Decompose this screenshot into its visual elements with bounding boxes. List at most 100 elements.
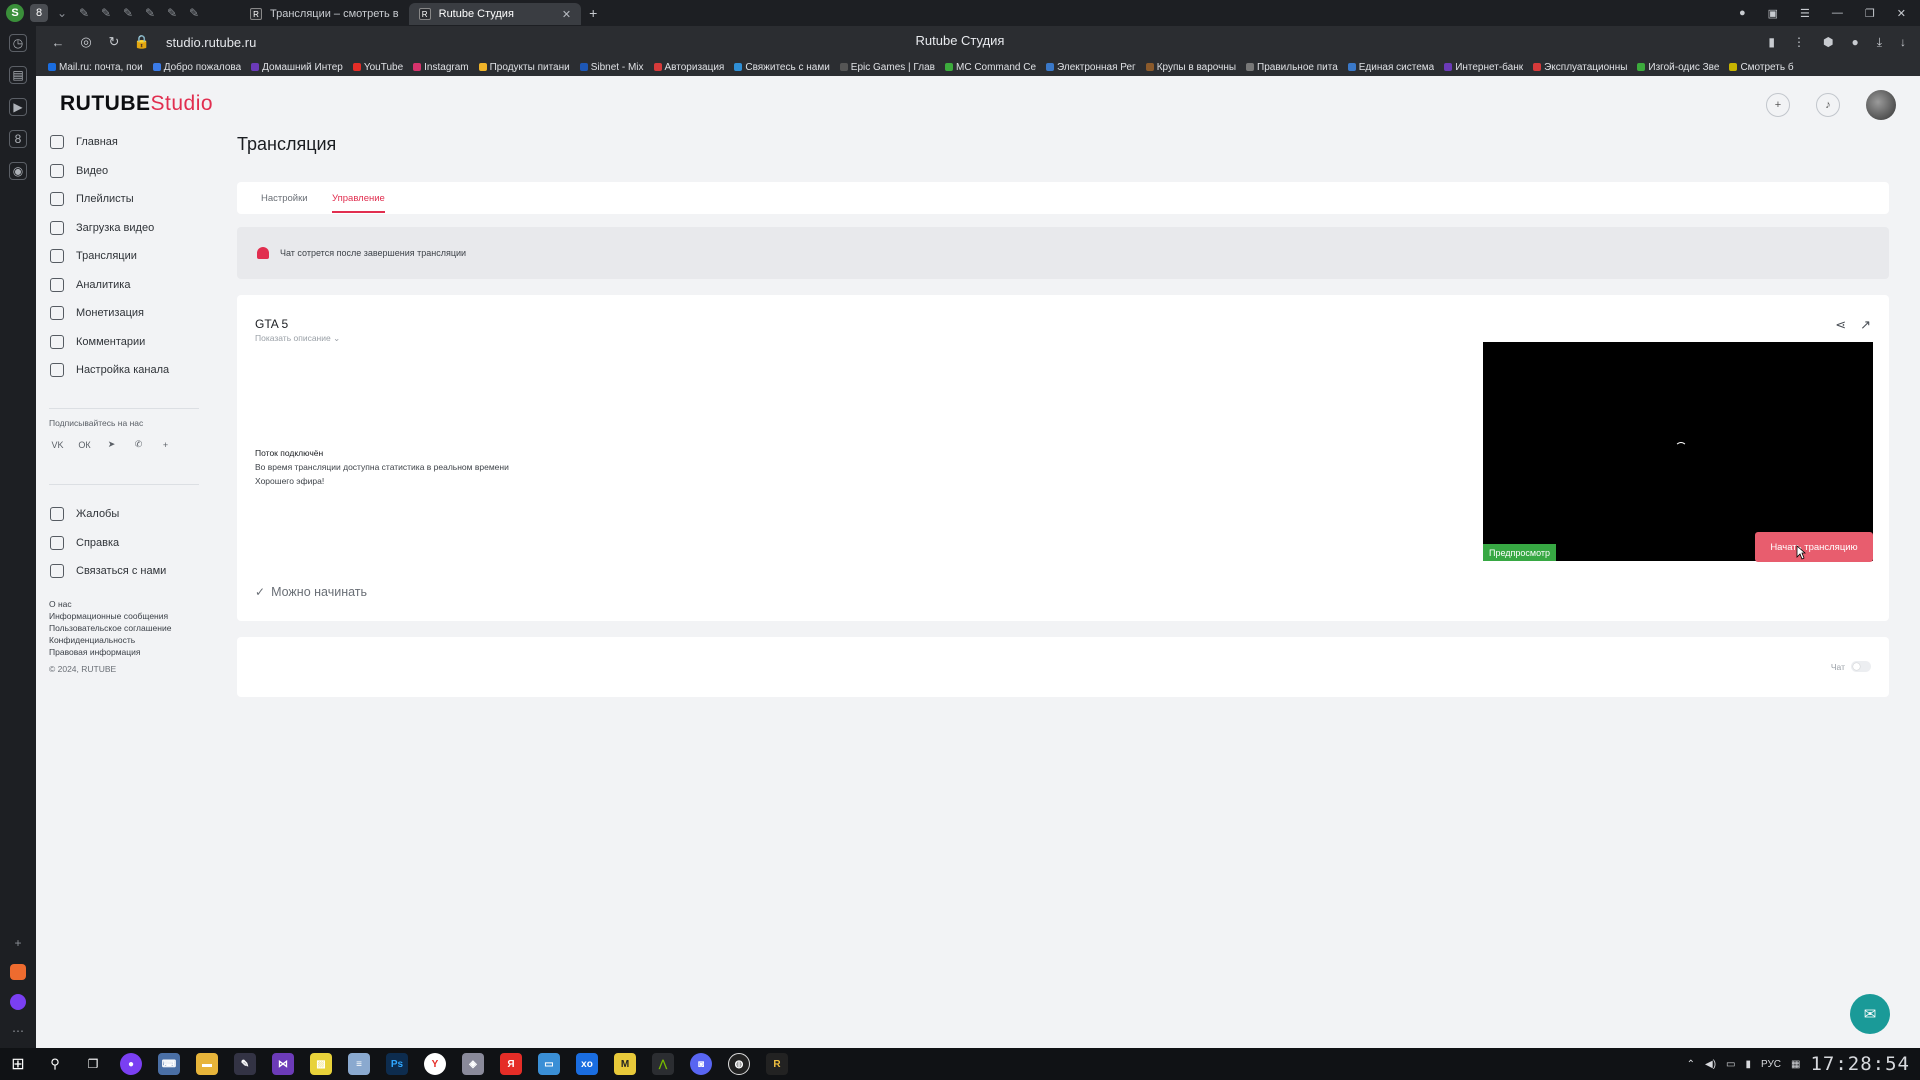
sidebar-item-help[interactable]: Справка [48, 529, 198, 558]
browser-tab[interactable]: R Трансляции – смотреть в [240, 3, 409, 25]
footer-link[interactable]: Конфиденциальность [49, 634, 171, 646]
notepad-icon[interactable]: ≡ [340, 1053, 378, 1075]
miner-app-icon[interactable]: M [606, 1053, 644, 1075]
sidebar-item-video[interactable]: Видео [48, 157, 198, 186]
downloads-icon[interactable]: ⤓ [1877, 35, 1882, 50]
bell-icon[interactable]: ♪ [1816, 93, 1840, 117]
chevron-down-icon[interactable]: ⌄ [54, 6, 70, 20]
footer-link[interactable]: Правовая информация [49, 646, 171, 658]
collections-icon[interactable]: ▣ [1768, 7, 1778, 20]
support-chat-button[interactable]: ✉ [1850, 994, 1890, 1034]
bookmark-item[interactable]: Продукты питани [478, 62, 570, 73]
sidebar-item-flag[interactable]: Жалобы [48, 500, 198, 529]
bookmark-item[interactable]: Правильное пита [1246, 62, 1338, 73]
sidebar-item-channel-settings[interactable]: Настройка канала [48, 356, 198, 385]
bookmark-item[interactable]: Единая система [1347, 62, 1434, 73]
telegram-icon[interactable]: ➤ [103, 436, 120, 453]
sidebar-item-monetization[interactable]: Монетизация [48, 299, 198, 328]
tabs-panel-icon[interactable]: 8 [9, 130, 27, 148]
bookmarks-panel-icon[interactable]: ▤ [9, 66, 27, 84]
bookmark-item[interactable]: Sibnet - Mix [579, 62, 644, 73]
bookmark-item[interactable]: Epic Games | Глав [839, 62, 935, 73]
menu-icon[interactable]: ☰ [1800, 7, 1810, 20]
stream-preview[interactable]: Предпросмотр [1483, 342, 1873, 561]
sidebar-item-playlist[interactable]: Плейлисты [48, 185, 198, 214]
restore-icon[interactable]: ❐ [1865, 7, 1875, 20]
share-icon[interactable]: ⋖ [1835, 317, 1846, 333]
external-link-icon[interactable]: ↗ [1860, 317, 1871, 333]
visual-studio-icon[interactable]: ⋈ [264, 1053, 302, 1075]
tabs-menu-icon[interactable]: 8 [30, 4, 48, 22]
app-icon[interactable] [10, 964, 26, 980]
bookmark-item[interactable]: Добро пожалова [152, 62, 241, 73]
rutube-studio-logo[interactable]: RUTUBEStudio [60, 92, 213, 116]
chat-toggle[interactable] [1851, 661, 1871, 672]
language-indicator[interactable]: РУС [1761, 1059, 1781, 1070]
xbox-app-icon[interactable]: xo [568, 1053, 606, 1075]
bookmark-item[interactable]: MC Command Ce [944, 62, 1036, 73]
reload-icon[interactable]: ↻ [100, 34, 128, 50]
bookmark-item[interactable]: YouTube [352, 62, 403, 73]
search-icon[interactable]: ⚲ [36, 1056, 74, 1072]
bookmark-item[interactable]: Mail.ru: почта, пои [48, 62, 143, 73]
sidebar-item-contact[interactable]: Связаться с нами [48, 557, 198, 586]
sidebar-item-analytics[interactable]: Аналитика [48, 271, 198, 300]
pinned-tab-icon[interactable]: ✎ [76, 6, 92, 20]
new-tab-icon[interactable]: + [581, 5, 605, 21]
add-panel-icon[interactable]: + [10, 936, 26, 950]
add-content-icon[interactable]: + [1766, 93, 1790, 117]
alice-icon[interactable] [10, 994, 26, 1010]
bookmark-item[interactable]: Интернет-банк [1444, 62, 1523, 73]
photoshop-icon[interactable]: Ps [378, 1053, 416, 1075]
screenshot-icon[interactable]: ◉ [9, 162, 27, 180]
tab-management[interactable]: Управление [332, 193, 385, 204]
extension-icon[interactable]: ● [1851, 35, 1858, 50]
protect-icon[interactable]: ◎ [72, 34, 100, 50]
sidebar-item-broadcast[interactable]: Трансляции [48, 242, 198, 271]
minimize-icon[interactable]: — [1832, 7, 1843, 20]
viber-icon[interactable]: ✆ [130, 436, 147, 453]
pinned-tab-icon[interactable]: ✎ [98, 6, 114, 20]
windows-start-icon[interactable]: ⊞ [0, 1054, 36, 1074]
bookmark-item[interactable]: Свяжитесь с нами [734, 62, 830, 73]
pinned-tab-icon[interactable]: ✎ [164, 6, 180, 20]
system-clock[interactable]: 17:28:54 [1810, 1053, 1910, 1075]
bookmark-item[interactable]: Изгой-одис Зве [1637, 62, 1719, 73]
network-icon[interactable]: ▭ [1726, 1059, 1735, 1070]
avatar[interactable] [1866, 90, 1896, 120]
extension-shield-icon[interactable]: ⬢ [1823, 35, 1833, 50]
task-view-icon[interactable]: ❐ [74, 1057, 112, 1071]
battery-icon[interactable]: ▮ [1745, 1059, 1751, 1070]
bookmark-icon[interactable]: ▮ [1768, 35, 1775, 50]
profile-icon[interactable]: S [6, 4, 24, 22]
browser-tab-active[interactable]: R Rutube Студия ✕ [408, 3, 582, 25]
history-icon[interactable]: ◷ [9, 34, 27, 52]
bookmark-item[interactable]: Домашний Интер [251, 62, 343, 73]
volume-icon[interactable]: ◀) [1705, 1059, 1716, 1070]
footer-link[interactable]: Пользовательское соглашение [49, 622, 171, 634]
bookmark-item[interactable]: Смотреть б [1729, 62, 1794, 73]
pinned-tab-icon[interactable]: ✎ [142, 6, 158, 20]
pen-app-icon[interactable]: ✎ [226, 1053, 264, 1075]
discord-icon[interactable]: ◙ [682, 1053, 720, 1075]
sidebar-item-comments[interactable]: Комментарии [48, 328, 198, 357]
yandex-browser-icon[interactable]: Y [416, 1053, 454, 1075]
plus-icon[interactable]: + [157, 436, 174, 453]
alice-taskbar-icon[interactable]: ● [112, 1053, 150, 1075]
url-field[interactable]: studio.rutube.ru [166, 35, 256, 50]
bookmark-item[interactable]: Электронная Рег [1046, 62, 1136, 73]
back-icon[interactable]: ← [44, 35, 72, 50]
file-explorer-icon[interactable]: ▬ [188, 1053, 226, 1075]
obs-icon[interactable]: ◍ [720, 1053, 758, 1075]
sidebar-item-upload[interactable]: Загрузка видео [48, 214, 198, 243]
notes-app-icon[interactable]: ▨ [302, 1053, 340, 1075]
remote-desktop-icon[interactable]: ▭ [530, 1053, 568, 1075]
keyboard-app-icon[interactable]: ⌨ [150, 1053, 188, 1075]
start-stream-button[interactable]: Начать трансляцию [1755, 532, 1873, 562]
bookmark-item[interactable]: Instagram [413, 62, 469, 73]
vk-icon[interactable]: VK [49, 436, 66, 453]
nvidia-app-icon[interactable]: ⋀ [644, 1053, 682, 1075]
game-app-icon[interactable]: ◈ [454, 1053, 492, 1075]
bookmark-item[interactable]: Эксплуатационны [1533, 62, 1627, 73]
calendar-icon[interactable]: ▦ [1791, 1059, 1800, 1070]
